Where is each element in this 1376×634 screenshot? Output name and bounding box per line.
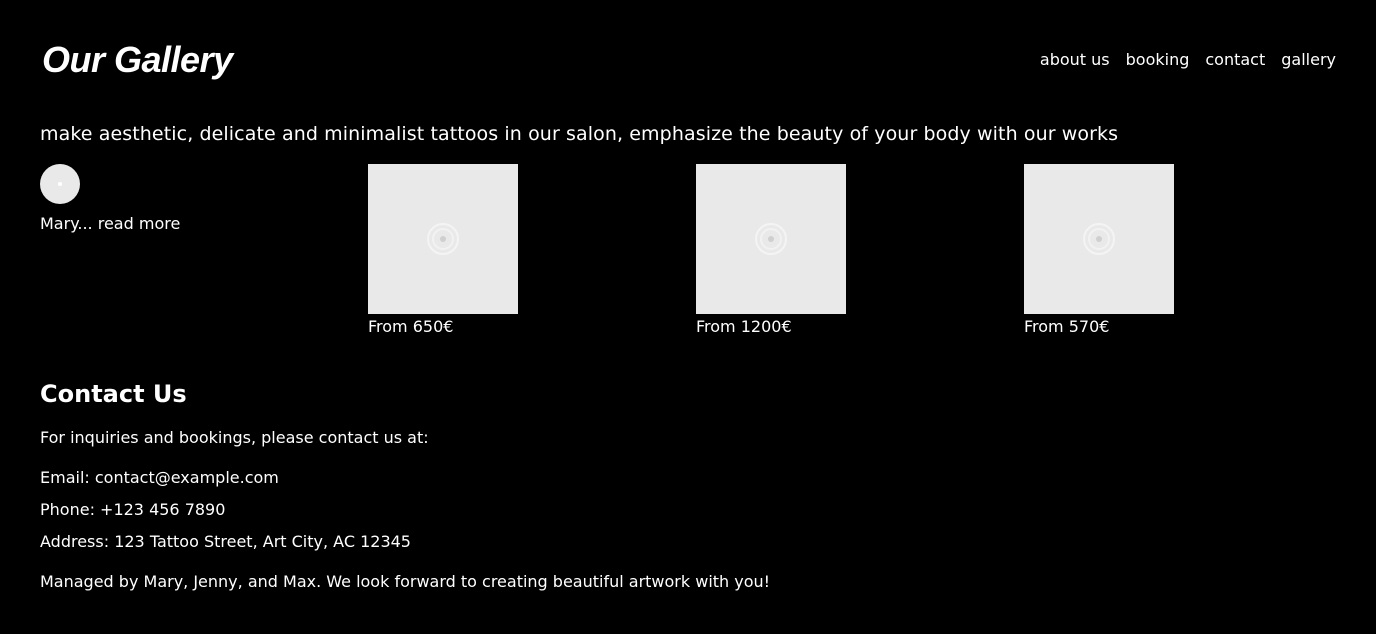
- gallery-thumbnail[interactable]: [368, 164, 518, 314]
- contact-section: Contact Us For inquiries and bookings, p…: [40, 378, 940, 593]
- nav-link-gallery[interactable]: gallery: [1281, 50, 1336, 70]
- price-label: From 650€: [368, 317, 454, 336]
- nav-link-booking[interactable]: booking: [1126, 50, 1190, 70]
- gallery-item: From 650€: [368, 164, 518, 337]
- contact-email: Email: contact@example.com: [40, 468, 279, 487]
- contact-intro: For inquiries and bookings, please conta…: [40, 428, 429, 447]
- site-header: Our Gallery about us booking contact gal…: [40, 38, 1336, 86]
- read-more-link[interactable]: read more: [98, 214, 181, 233]
- tagline: make aesthetic, delicate and minimalist …: [40, 123, 1119, 145]
- nav-link-about-us[interactable]: about us: [1040, 50, 1110, 70]
- contact-heading: Contact Us: [40, 380, 187, 408]
- avatar: [40, 164, 80, 204]
- price-label: From 570€: [1024, 317, 1110, 336]
- nav-link-contact[interactable]: contact: [1205, 50, 1265, 70]
- avatar-placeholder-icon: [58, 182, 62, 186]
- gallery-thumbnail[interactable]: [1024, 164, 1174, 314]
- contact-phone: Phone: +123 456 7890: [40, 500, 226, 519]
- gallery-item: From 570€: [1024, 164, 1174, 337]
- image-placeholder-icon: [1083, 223, 1115, 255]
- profile-text: Mary... read more: [40, 213, 240, 235]
- site-title: Our Gallery: [42, 39, 233, 80]
- gallery-thumbnail[interactable]: [696, 164, 846, 314]
- gallery-item: From 1200€: [696, 164, 846, 337]
- contact-managed-by: Managed by Mary, Jenny, and Max. We look…: [40, 572, 771, 591]
- image-placeholder-icon: [755, 223, 787, 255]
- image-placeholder-icon: [427, 223, 459, 255]
- main-nav: about us booking contact gallery: [1040, 50, 1336, 70]
- contact-address: Address: 123 Tattoo Street, Art City, AC…: [40, 532, 411, 551]
- artist-name: Mary...: [40, 214, 93, 233]
- artist-profile: Mary... read more: [40, 164, 240, 235]
- page: Our Gallery about us booking contact gal…: [0, 0, 1376, 634]
- price-label: From 1200€: [696, 317, 792, 336]
